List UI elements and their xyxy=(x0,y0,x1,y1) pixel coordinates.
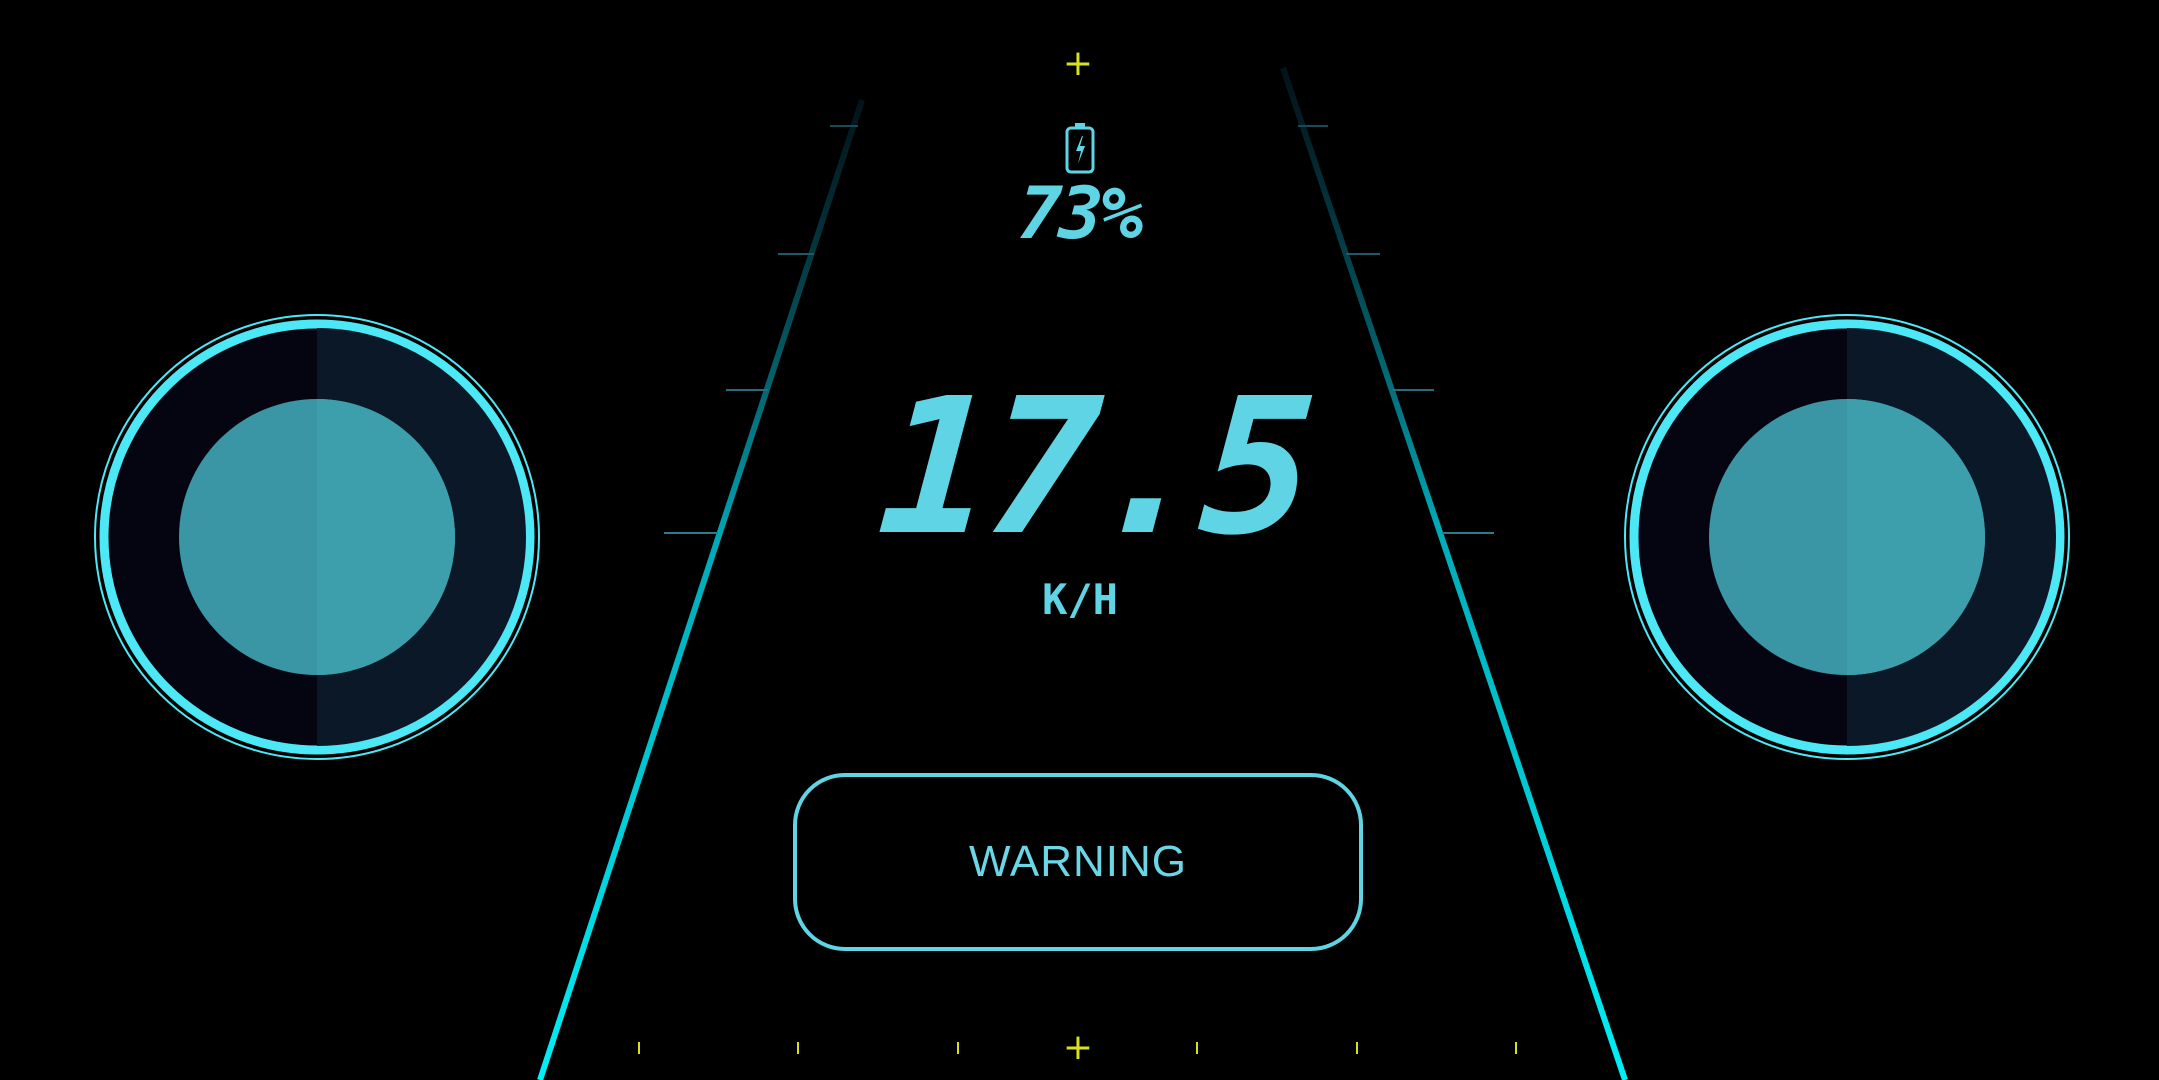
battery-charging-icon xyxy=(1065,123,1095,174)
speed-unit: K/H xyxy=(1042,575,1118,624)
bottom-scale-tick xyxy=(957,1042,959,1054)
bottom-scale-tick xyxy=(638,1042,640,1054)
top-crosshair-icon: + xyxy=(1062,43,1094,84)
bottom-scale-tick xyxy=(1515,1042,1517,1054)
left-joystick[interactable] xyxy=(92,312,542,762)
hud-screen: 73% 17.5 K/H WARNING + + xyxy=(0,0,2159,1080)
right-joystick[interactable] xyxy=(1622,312,2072,762)
battery-percent: 73% xyxy=(1015,171,1145,255)
speed-value: 17.5 xyxy=(872,358,1317,577)
warning-button[interactable]: WARNING xyxy=(793,773,1363,951)
bottom-scale-tick xyxy=(797,1042,799,1054)
bottom-crosshair-icon: + xyxy=(1062,1027,1094,1068)
warning-label: WARNING xyxy=(968,837,1188,886)
bottom-scale-tick xyxy=(1356,1042,1358,1054)
bottom-scale-tick xyxy=(1196,1042,1198,1054)
